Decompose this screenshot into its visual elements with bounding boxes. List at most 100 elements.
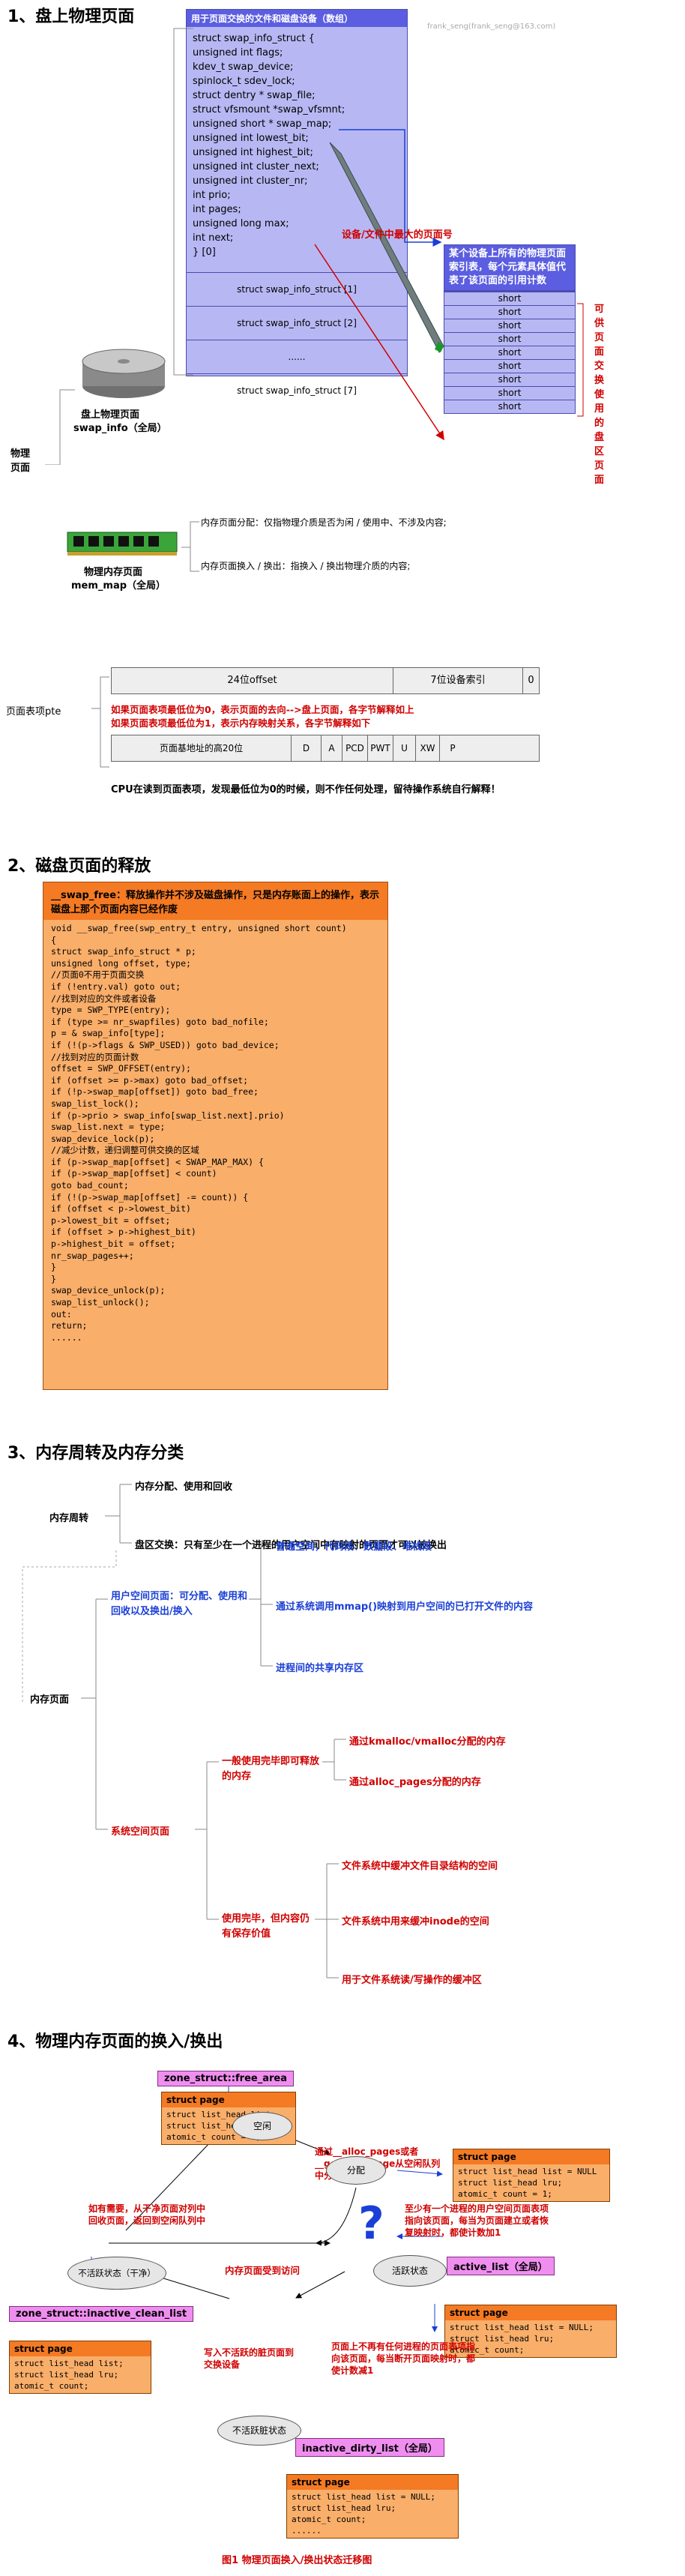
code-line: if (p->swap_map[offset] < count) bbox=[51, 1168, 217, 1179]
swap-map-cell: short bbox=[444, 400, 575, 413]
code-line: if (!entry.val) goto out; bbox=[51, 981, 181, 992]
sys-b-item-1: 文件系统中用来缓冲inode的空间 bbox=[342, 1916, 489, 1928]
mem-alloc-note: 内存页面分配：仅指物理介质是否为闲 / 使用中、不涉及内容; bbox=[201, 517, 447, 528]
code-line: //找到对应的文件或者设备 bbox=[51, 993, 157, 1004]
cpu-note: CPU在读到页面表项，发现最低位为0的时候，则不作任何处理，留待操作系统自行解释… bbox=[111, 784, 501, 795]
bracket-side bbox=[577, 303, 584, 417]
swap-map-cells: short short short short short short short short… bbox=[444, 291, 576, 414]
pte-offset-field: 24位offset bbox=[112, 668, 393, 693]
code-line: nr_swap_pages++; bbox=[51, 1250, 134, 1261]
code-line: unsigned long offset, type; bbox=[51, 957, 191, 969]
disk-label: 盘上物理页面 bbox=[81, 409, 140, 421]
inactive-clean-tag: zone_struct::inactive_clean_list bbox=[9, 2306, 194, 2322]
pte-bit-field: P bbox=[450, 743, 456, 753]
code-line: return; bbox=[51, 1320, 88, 1331]
state-alloc: 分配 bbox=[326, 2156, 386, 2185]
question-mark: ? bbox=[358, 2197, 384, 2250]
struct-page-title: struct page bbox=[445, 2305, 616, 2320]
visit-note: 内存页面受到访问 bbox=[225, 2265, 301, 2276]
memory-module-icon bbox=[67, 532, 178, 556]
code-line: if (offset < p->lowest_bit) bbox=[51, 1203, 191, 1215]
pte-bracket bbox=[91, 676, 109, 768]
code-line: swap_device_unlock(p); bbox=[51, 1285, 166, 1296]
section3-title: 3、内存周转及内存分类 bbox=[7, 1444, 184, 1463]
code-line: struct swap_info_struct * p; bbox=[51, 946, 196, 957]
disk-icon bbox=[82, 349, 166, 398]
state-inactive-dirty: 不活跃脏状态 bbox=[217, 2416, 301, 2446]
struct-page-title: struct page bbox=[162, 2092, 295, 2107]
inactive-dirty-tag: inactive_dirty_list（全局） bbox=[295, 2438, 444, 2457]
section2-title: 2、磁盘页面的释放 bbox=[7, 857, 151, 876]
swap-map-beam bbox=[329, 142, 444, 353]
code-line: swap_device_lock(p); bbox=[51, 1133, 155, 1144]
struct-page-dirty: struct page struct list_head list = NULL… bbox=[286, 2474, 459, 2539]
pte-bit-field: XW bbox=[416, 735, 440, 761]
pte-bit-field: PWT bbox=[368, 735, 393, 761]
swap-map-cell: short bbox=[444, 346, 575, 359]
swap-map-cell: short bbox=[444, 332, 575, 346]
pte-bit-field: D bbox=[292, 735, 322, 761]
code-line: swap_list_lock(); bbox=[51, 1098, 139, 1109]
phys-page-label: 物理页面 bbox=[10, 448, 31, 474]
mem-page-label: 内存页面 bbox=[30, 1694, 70, 1706]
pte-bit0-field: 0 bbox=[528, 675, 534, 686]
turn-label: 内存周转 bbox=[49, 1513, 89, 1524]
max-pointer bbox=[314, 244, 444, 441]
bracket-phys bbox=[45, 389, 75, 465]
code-line: ...... bbox=[51, 1331, 82, 1343]
code-line: if (p->swap_map[offset] < SWAP_MAP_MAX) … bbox=[51, 1156, 264, 1167]
struct-page-field: atomic_t count; bbox=[14, 2381, 89, 2391]
free-area-tag: zone_struct::free_area bbox=[157, 2071, 294, 2086]
code-line: type = SWP_TYPE(entry); bbox=[51, 1005, 171, 1016]
code-line: p = & swap_info[type]; bbox=[51, 1028, 166, 1039]
active-note: 至少有一个进程的用户空间页面表项指向该页面，每当为页面建立或者恢复映射时，都使计… bbox=[405, 2203, 549, 2238]
swap-map-cell: short bbox=[444, 319, 575, 332]
code-line: if (!p->swap_map[offset]) goto bad_free; bbox=[51, 1086, 259, 1098]
swap-map-header: 某个设备上所有的物理页面索引表，每个元素具体值代表了该页面的引用计数 bbox=[444, 244, 576, 291]
bracket-swapmap bbox=[173, 28, 193, 376]
dirty-note: 页面上不再有任何进程的页面表项指向该页面，每当断开页面映射时，都使计数减1 bbox=[331, 2341, 476, 2376]
user-item-2: 进程间的共享内存区 bbox=[276, 1663, 364, 1674]
struct-page-field: atomic_t count = 1; bbox=[458, 2189, 552, 2199]
mem-swap-note: 内存页面换入 / 换出：指换入 / 换出物理介质的内容; bbox=[201, 561, 411, 571]
code-line: out: bbox=[51, 1308, 72, 1319]
sys-a-label: 一般使用完毕即可释放的内存 bbox=[222, 1756, 320, 1782]
sys-b-label: 使用完毕，但内容仍有保存价值 bbox=[222, 1913, 310, 1939]
code-line: //页面0不用于页面交换 bbox=[51, 969, 145, 981]
struct-page-field: atomic_t count; bbox=[292, 2515, 366, 2524]
write-note: 写入不活跃的脏页面到交换设备 bbox=[204, 2347, 295, 2370]
swap-free-header: __swap_free：释放操作并不涉及磁盘操作，只是内存账面上的操作，表示磁盘… bbox=[43, 882, 387, 920]
state-active: 活跃状态 bbox=[373, 2255, 447, 2287]
user-item-0: 普通空间，代码段、数据段、堆栈段 bbox=[276, 1541, 432, 1553]
code-line: swap_list.next = type; bbox=[51, 1122, 166, 1133]
code-line: } bbox=[51, 1262, 56, 1273]
state-inactive-clean: 不活跃状态（干净） bbox=[67, 2257, 166, 2290]
swap-free-box: __swap_free：释放操作并不涉及磁盘操作，只是内存账面上的操作，表示磁盘… bbox=[43, 882, 388, 1390]
swap-map-cell: short bbox=[444, 359, 575, 373]
figure-caption: 图1 物理页面换入/换出状态迁移图 bbox=[222, 2555, 372, 2566]
code-line: goto bad_count; bbox=[51, 1180, 129, 1191]
code-line: p->lowest_bit = offset; bbox=[51, 1215, 171, 1226]
pte-label: 页面表项pte bbox=[6, 706, 61, 717]
code-line: if (p->prio > swap_info[swap_list.next].… bbox=[51, 1110, 285, 1121]
reclaim-note: 如有需要，从干净页面对列中回收页面，返回到空闲队列中 bbox=[88, 2203, 206, 2226]
struct-page-dirty-fields: struct list_head list = NULL; struct list… bbox=[287, 2490, 458, 2538]
struct-page-field: ...... bbox=[292, 2526, 322, 2536]
code-line: p->highest_bit = offset; bbox=[51, 1239, 176, 1250]
sys-space-label: 系统空间页面 bbox=[111, 1826, 170, 1838]
user-item-1: 通过系统调用mmap()映射到用户空间的已打开文件的内容 bbox=[276, 1601, 534, 1613]
struct-page-field: struct list_head lru; bbox=[458, 2178, 563, 2188]
pte-bit-field: PCD bbox=[342, 735, 368, 761]
pte-device-field: 7位设备索引 bbox=[393, 668, 523, 693]
pte-bit-field: U bbox=[393, 735, 416, 761]
mem-map-label: mem_map（全局） bbox=[71, 580, 166, 592]
code-line: if (type >= nr_swapfiles) goto bad_nofil… bbox=[51, 1016, 269, 1027]
code-line: swap_list_unlock(); bbox=[51, 1297, 150, 1307]
struct-page-title: struct page bbox=[10, 2341, 151, 2356]
code-line: //找到对应的页面计数 bbox=[51, 1051, 139, 1062]
pte-disk-layout: 24位offset 7位设备索引 0 bbox=[111, 667, 540, 694]
swap-map-cell: short bbox=[444, 292, 575, 305]
code-line: void __swap_free(swp_entry_t entry, unsi… bbox=[51, 923, 347, 933]
pte-bit-field: A bbox=[322, 735, 342, 761]
struct-page-clean: struct page struct list_head list; struct… bbox=[9, 2341, 151, 2394]
